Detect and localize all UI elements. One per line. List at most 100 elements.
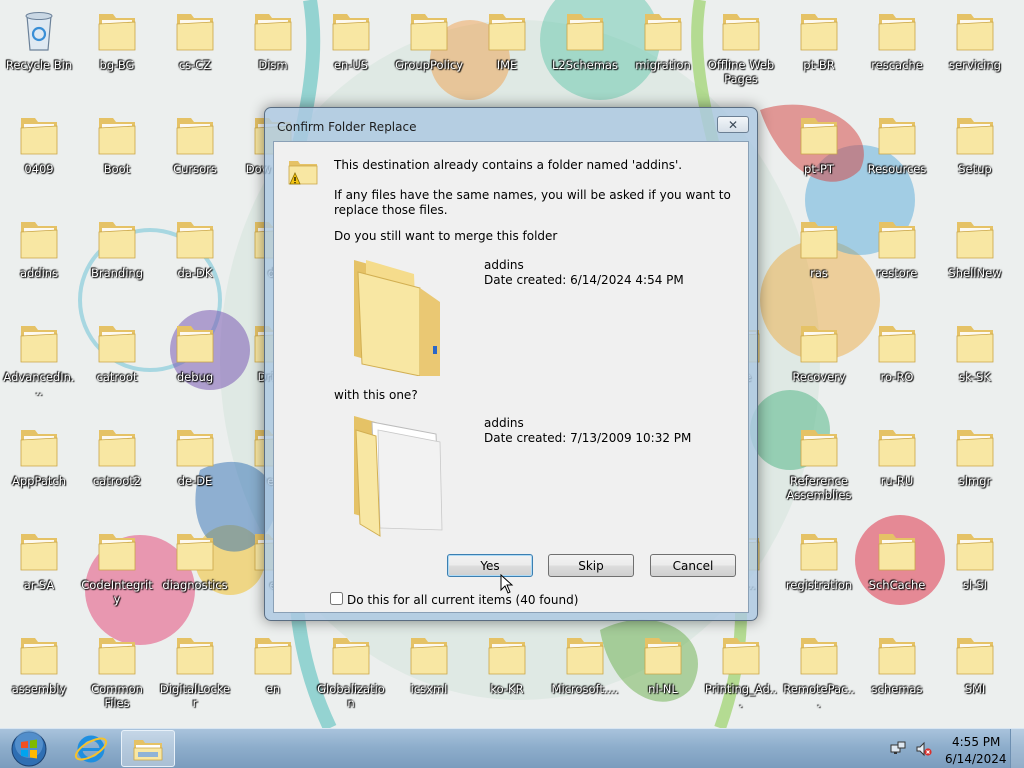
desktop-icon-label: sl-SI (962, 578, 988, 592)
desktop-icon-label: registration (785, 578, 853, 592)
desktop-icon[interactable]: da-DK (156, 208, 234, 308)
desktop-icon-label: en-US (333, 58, 369, 72)
desktop-icon[interactable]: SMI (936, 624, 1014, 724)
start-button[interactable] (6, 730, 52, 768)
clock-date[interactable]: 6/14/2024 (945, 752, 1007, 766)
network-icon[interactable] (890, 741, 906, 757)
internet-explorer-button[interactable] (66, 730, 116, 768)
desktop-icon[interactable]: Recovery (780, 312, 858, 412)
skip-button[interactable]: Skip (548, 554, 634, 577)
desktop-icon-label: catroot (96, 370, 138, 384)
windows-explorer-button[interactable] (121, 730, 175, 767)
desktop-icon[interactable]: Reference Assemblies (780, 416, 858, 516)
desktop-icon[interactable]: ShellNew (936, 208, 1014, 308)
desktop-icon-label: da-DK (177, 266, 213, 280)
desktop-icon[interactable]: RemotePac... (780, 624, 858, 724)
dialog-info: If any files have the same names, you wi… (334, 188, 731, 217)
desktop-icon[interactable]: Offline Web Pages (702, 0, 780, 100)
folder-icon (644, 14, 682, 51)
folder-icon (956, 326, 994, 363)
folder-icon (878, 534, 916, 571)
desktop-icon[interactable]: AppPatch (0, 416, 78, 516)
desktop-icon[interactable]: slmgr (936, 416, 1014, 516)
volume-muted-icon[interactable] (916, 741, 932, 757)
folder-icon (98, 14, 136, 51)
desktop-icon[interactable]: catroot (78, 312, 156, 412)
desktop-icon[interactable]: Common Files (78, 624, 156, 724)
desktop-icon[interactable]: DigitalLocker (156, 624, 234, 724)
desktop-icon[interactable]: rescache (858, 0, 936, 100)
desktop-icon[interactable]: Resources (858, 104, 936, 204)
desktop-icon[interactable]: sl-SI (936, 520, 1014, 620)
desktop-icon-label: diagnostics (162, 578, 228, 592)
desktop-icon-label: Branding (90, 266, 144, 280)
folder-icon (878, 638, 916, 675)
folder-icon (98, 430, 136, 467)
desktop-icon[interactable]: nl-NL (624, 624, 702, 724)
dialog-title: Confirm Folder Replace (277, 120, 417, 134)
desktop-icon[interactable]: debug (156, 312, 234, 412)
desktop-icon[interactable]: Cursors (156, 104, 234, 204)
desktop-icon[interactable]: Globalization (312, 624, 390, 724)
desktop-icon[interactable]: servicing (936, 0, 1014, 100)
desktop-icon[interactable]: ko-KR (468, 624, 546, 724)
yes-button[interactable]: Yes (447, 554, 533, 577)
desktop-icon[interactable]: pt-PT (780, 104, 858, 204)
desktop-icon[interactable]: ar-SA (0, 520, 78, 620)
desktop-icon[interactable]: diagnostics (156, 520, 234, 620)
close-button[interactable]: ✕ (717, 116, 749, 133)
desktop-icon-label: ar-SA (23, 578, 55, 592)
source-folder-option[interactable]: addins Date created: 6/14/2024 4:54 PM (344, 250, 734, 380)
desktop-icon[interactable]: GroupPolicy (390, 0, 468, 100)
desktop-icon-label: bg-BG (99, 58, 135, 72)
folder-icon (878, 14, 916, 51)
desktop-icon[interactable]: sk-SK (936, 312, 1014, 412)
desktop-icon[interactable]: addins (0, 208, 78, 308)
desktop-icon[interactable]: en (234, 624, 312, 724)
desktop-icon[interactable]: cs-CZ (156, 0, 234, 100)
desktop-icon[interactable]: bg-BG (78, 0, 156, 100)
folder-icon (956, 118, 994, 155)
desktop-icon-label: Offline Web Pages (707, 58, 775, 86)
large-folder-document-icon (354, 416, 443, 537)
desktop-icon[interactable]: restore (858, 208, 936, 308)
desktop-icon[interactable]: Recycle Bin (0, 0, 78, 100)
desktop-icon[interactable]: 0409 (0, 104, 78, 204)
desktop-icon[interactable]: CodeIntegrity (78, 520, 156, 620)
desktop-icon[interactable]: icsxml (390, 624, 468, 724)
folder-icon (410, 638, 448, 675)
desktop-icon[interactable]: schemas (858, 624, 936, 724)
desktop-icon[interactable]: ru-RU (858, 416, 936, 516)
desktop-icon[interactable]: Dism (234, 0, 312, 100)
desktop-icon-label: pt-PT (804, 162, 834, 176)
desktop-icon[interactable]: Branding (78, 208, 156, 308)
apply-to-all-checkbox[interactable] (330, 592, 343, 605)
desktop-icon[interactable]: en-US (312, 0, 390, 100)
desktop-icon-label: Cursors (173, 162, 217, 176)
desktop-icon[interactable]: assembly (0, 624, 78, 724)
desktop-icon[interactable]: SchCache (858, 520, 936, 620)
desktop-icon[interactable]: Setup (936, 104, 1014, 204)
desktop-icon[interactable]: migration (624, 0, 702, 100)
desktop-icon-label: DigitalLocker (159, 682, 231, 710)
apply-to-all-label[interactable]: Do this for all current items (40 found) (347, 593, 578, 608)
desktop-icon[interactable]: registration (780, 520, 858, 620)
desktop-icon[interactable]: de-DE (156, 416, 234, 516)
desktop-icon[interactable]: ras (780, 208, 858, 308)
desktop-icon[interactable]: Printing_Ad... (702, 624, 780, 724)
desktop-icon[interactable]: Microsoft.... (546, 624, 624, 724)
cancel-button[interactable]: Cancel (650, 554, 736, 577)
show-desktop-button[interactable] (1010, 729, 1024, 768)
destination-folder-option[interactable]: addins Date created: 7/13/2009 10:32 PM (344, 412, 734, 542)
desktop-icon[interactable]: ro-RO (858, 312, 936, 412)
dialog-titlebar[interactable]: Confirm Folder Replace ✕ (265, 108, 757, 142)
desktop-icon[interactable]: L2Schemas (546, 0, 624, 100)
desktop-icon[interactable]: pt-BR (780, 0, 858, 100)
desktop-icon[interactable]: catroot2 (78, 416, 156, 516)
desktop-icon[interactable]: IME (468, 0, 546, 100)
folder-icon (956, 222, 994, 259)
clock-time[interactable]: 4:55 PM (952, 735, 1000, 749)
folder-icon (800, 534, 838, 571)
desktop-icon[interactable]: Boot (78, 104, 156, 204)
desktop-icon[interactable]: AdvancedIn... (0, 312, 78, 412)
